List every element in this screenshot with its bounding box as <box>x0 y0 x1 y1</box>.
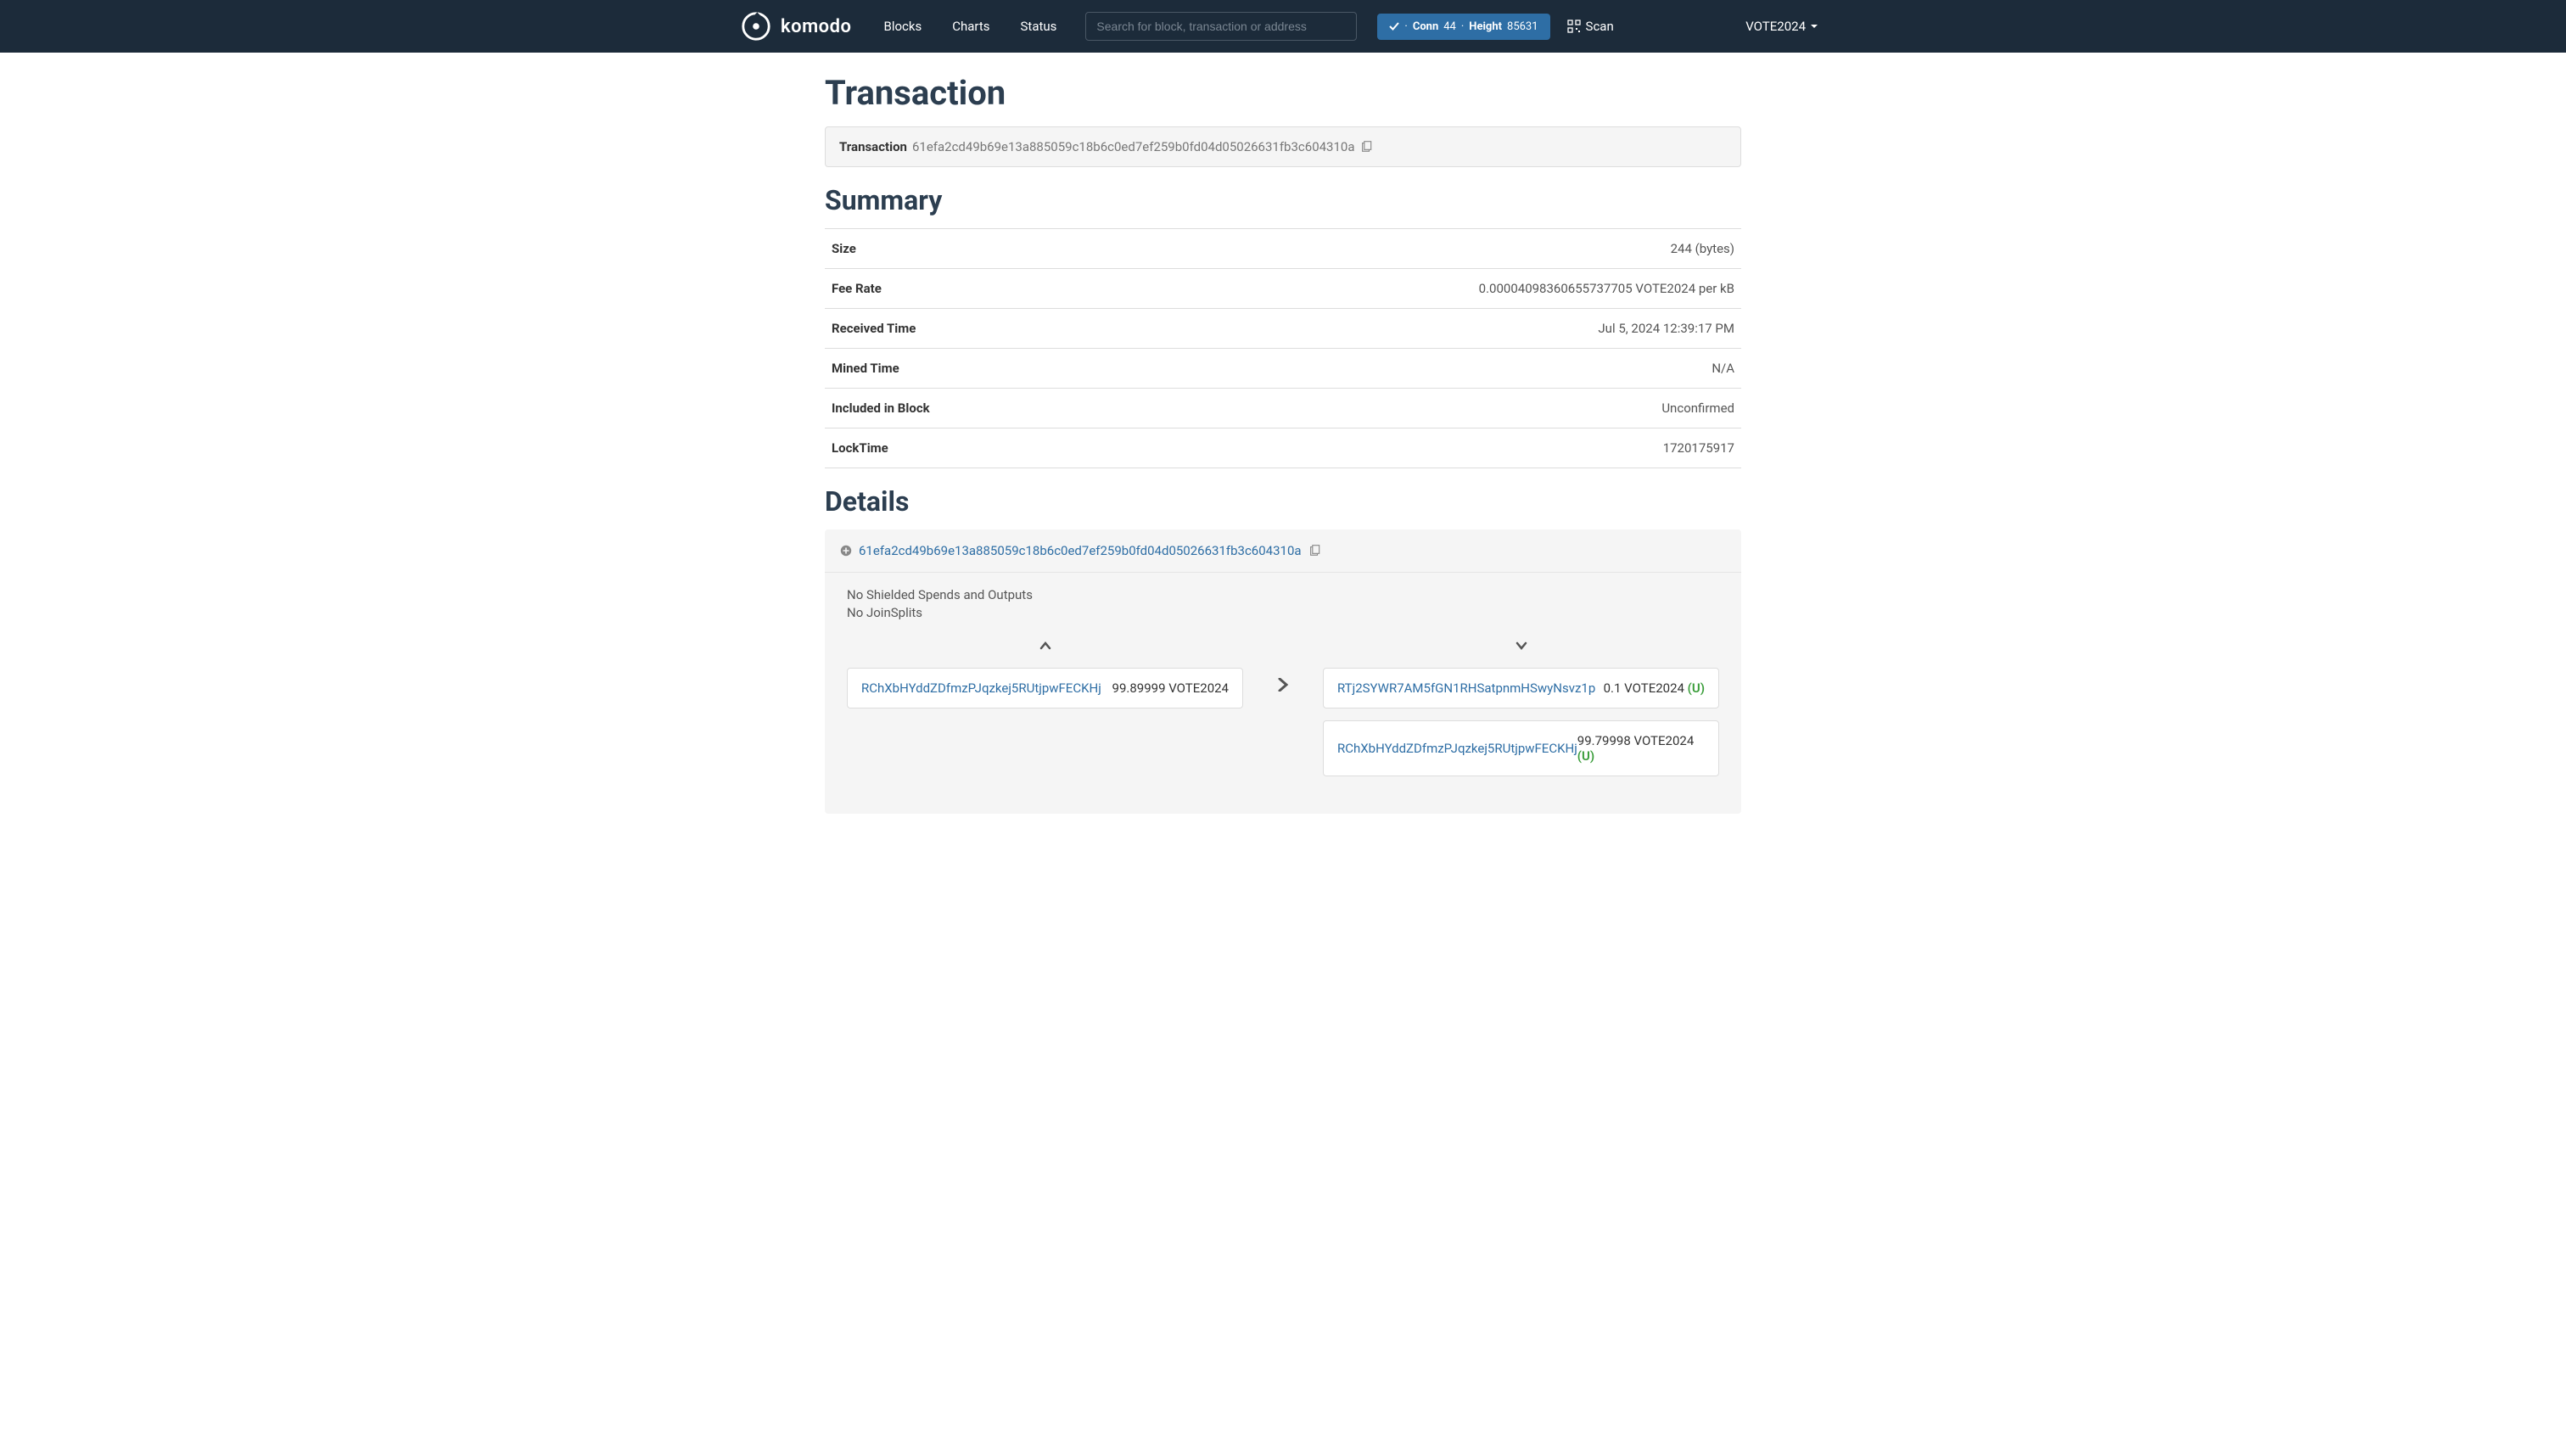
summary-value: N/A <box>1712 361 1734 376</box>
details-header: 61efa2cd49b69e13a885059c18b6c0ed7ef259b0… <box>825 529 1741 573</box>
summary-row-block: Included in Block Unconfirmed <box>825 388 1741 428</box>
summary-label: LockTime <box>832 440 888 456</box>
tx-hash-label: Transaction <box>839 139 907 154</box>
details-body: No Shielded Spends and Outputs No JoinSp… <box>825 573 1741 814</box>
summary-value: Unconfirmed <box>1661 400 1734 416</box>
outputs-column: RTj2SYWR7AM5fGN1RHSatpnmHSwyNsvz1p 0.1 V… <box>1323 630 1719 788</box>
scan-label: Scan <box>1586 19 1614 34</box>
navbar: komodo Blocks Charts Status · Conn 44 · … <box>0 0 2566 53</box>
output-item: RChXbHYddZDfmzPJqzkej5RUtjpwFECKHj 99.79… <box>1323 720 1719 776</box>
check-icon <box>1389 21 1399 31</box>
summary-label: Size <box>832 241 856 256</box>
chevron-down-icon <box>1516 640 1527 652</box>
network-dropdown[interactable]: VOTE2024 <box>1737 2 1826 51</box>
summary-row-feerate: Fee Rate 0.00004098360655737705 VOTE2024… <box>825 268 1741 308</box>
tx-hash-value: 61efa2cd49b69e13a885059c18b6c0ed7ef259b0… <box>912 139 1355 154</box>
summary-label: Received Time <box>832 321 916 336</box>
caret-down-icon <box>1811 25 1818 28</box>
transaction-hash-box: Transaction 61efa2cd49b69e13a885059c18b6… <box>825 126 1741 167</box>
input-amount: 99.89999 VOTE2024 <box>1112 680 1229 696</box>
shielded-note: No Shielded Spends and Outputs <box>847 586 1719 604</box>
io-arrow <box>1277 630 1289 695</box>
output-item: RTj2SYWR7AM5fGN1RHSatpnmHSwyNsvz1p 0.1 V… <box>1323 668 1719 708</box>
brand-name: komodo <box>781 16 851 37</box>
nav-link-status[interactable]: Status <box>1006 2 1073 51</box>
summary-value: 1720175917 <box>1663 440 1734 456</box>
details-heading: Details <box>825 485 1741 518</box>
inputs-collapse-toggle[interactable] <box>847 630 1243 668</box>
summary-label: Mined Time <box>832 361 899 376</box>
details-panel: 61efa2cd49b69e13a885059c18b6c0ed7ef259b0… <box>825 529 1741 814</box>
page-container: Transaction Transaction 61efa2cd49b69e13… <box>808 73 1758 814</box>
status-height-value: 85631 <box>1507 20 1538 33</box>
output-address-link[interactable]: RTj2SYWR7AM5fGN1RHSatpnmHSwyNsvz1p <box>1337 680 1595 696</box>
output-amount-wrap: 0.1 VOTE2024 (U) <box>1604 680 1705 696</box>
status-sep1: · <box>1404 20 1407 33</box>
status-sep2: · <box>1461 20 1464 33</box>
search-input[interactable] <box>1085 12 1357 41</box>
summary-value: 244 (bytes) <box>1671 241 1734 256</box>
navbar-inner: komodo Blocks Charts Status · Conn 44 · … <box>740 2 1826 51</box>
output-amount-wrap: 99.79998 VOTE2024 (U) <box>1577 733 1705 764</box>
details-hash-link[interactable]: 61efa2cd49b69e13a885059c18b6c0ed7ef259b0… <box>859 543 1302 558</box>
status-conn-label: Conn <box>1413 20 1438 33</box>
status-conn-value: 44 <box>1443 20 1456 33</box>
io-section: RChXbHYddZDfmzPJqzkej5RUtjpwFECKHj 99.89… <box>847 630 1719 788</box>
network-label: VOTE2024 <box>1745 19 1806 34</box>
inputs-column: RChXbHYddZDfmzPJqzkej5RUtjpwFECKHj 99.89… <box>847 630 1243 720</box>
summary-value: Jul 5, 2024 12:39:17 PM <box>1598 321 1734 336</box>
chevron-up-icon <box>1039 640 1051 652</box>
qr-icon <box>1567 20 1581 33</box>
search-wrap <box>1085 12 1357 41</box>
plus-circle-icon[interactable] <box>840 545 852 557</box>
copy-icon[interactable] <box>1360 141 1372 153</box>
komodo-logo-icon <box>740 10 772 42</box>
nav-link-charts[interactable]: Charts <box>937 2 1005 51</box>
input-address-link[interactable]: RChXbHYddZDfmzPJqzkej5RUtjpwFECKHj <box>861 680 1101 696</box>
brand-logo[interactable]: komodo <box>740 10 851 42</box>
outputs-collapse-toggle[interactable] <box>1323 630 1719 668</box>
status-height-label: Height <box>1469 20 1502 33</box>
summary-row-locktime: LockTime 1720175917 <box>825 428 1741 468</box>
output-address-link[interactable]: RChXbHYddZDfmzPJqzkej5RUtjpwFECKHj <box>1337 741 1577 756</box>
nav-links: Blocks Charts Status <box>868 2 1072 51</box>
input-item: RChXbHYddZDfmzPJqzkej5RUtjpwFECKHj 99.89… <box>847 668 1243 708</box>
summary-row-received: Received Time Jul 5, 2024 12:39:17 PM <box>825 308 1741 348</box>
scan-link[interactable]: Scan <box>1567 19 1614 34</box>
shielded-info: No Shielded Spends and Outputs No JoinSp… <box>847 586 1719 622</box>
connection-status-badge[interactable]: · Conn 44 · Height 85631 <box>1377 14 1549 40</box>
output-amount: 0.1 VOTE2024 <box>1604 680 1684 696</box>
summary-value: 0.00004098360655737705 VOTE2024 per kB <box>1479 281 1734 296</box>
copy-icon[interactable] <box>1308 545 1320 557</box>
chevron-right-icon <box>1277 678 1289 692</box>
summary-row-mined: Mined Time N/A <box>825 348 1741 388</box>
summary-label: Fee Rate <box>832 281 882 296</box>
output-amount: 99.79998 VOTE2024 <box>1577 733 1694 748</box>
summary-label: Included in Block <box>832 400 930 416</box>
output-unspent-flag: (U) <box>1688 680 1705 696</box>
nav-link-blocks[interactable]: Blocks <box>868 2 937 51</box>
output-unspent-flag: (U) <box>1577 748 1594 764</box>
joinsplits-note: No JoinSplits <box>847 604 1719 622</box>
page-title: Transaction <box>825 73 1741 113</box>
summary-heading: Summary <box>825 184 1741 216</box>
summary-table: Size 244 (bytes) Fee Rate 0.000040983606… <box>825 228 1741 468</box>
summary-row-size: Size 244 (bytes) <box>825 228 1741 268</box>
